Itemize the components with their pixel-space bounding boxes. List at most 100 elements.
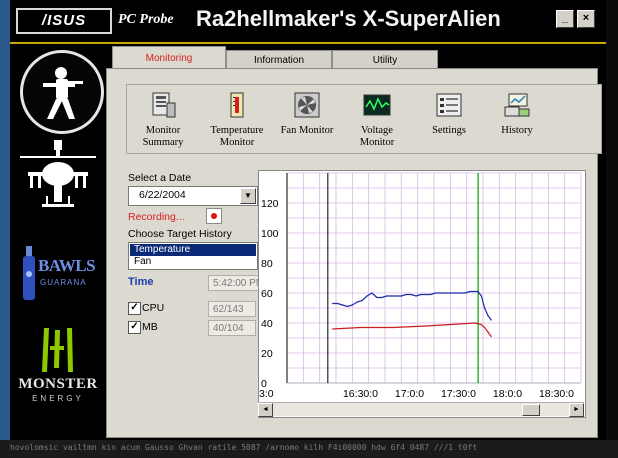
data-point-cpu <box>415 295 417 297</box>
minimize-button[interactable]: _ <box>556 10 574 28</box>
cpu-checkbox[interactable]: ✓ <box>128 302 141 315</box>
logo-strip: BAWLS GUARANA MONSTER ENERGY <box>10 44 106 440</box>
history-chart-box: 0 20 40 60 80 100 120 3:0 16:30:0 17:0:0 17:30:0 18… <box>258 170 586 418</box>
counter-strike-logo <box>20 50 104 134</box>
data-point-mb <box>449 323 451 326</box>
x-tick-label: 3:0 <box>259 388 274 400</box>
chart-horizontal-scrollbar[interactable]: ◄ ► <box>258 402 584 417</box>
desktop-background-left <box>0 0 10 458</box>
temperature-history-chart: 0204060801001203:0 16:30:0 17:0:0 17:30:0 18… <box>259 172 582 400</box>
temperature-monitor-button[interactable]: Temperature Monitor <box>205 91 269 149</box>
data-point-mb <box>332 328 334 330</box>
x-tick-label: 17:30:0 <box>441 388 476 400</box>
cpu-label: CPU <box>142 302 165 314</box>
data-point-cpu <box>395 295 398 297</box>
data-point-cpu <box>341 304 344 306</box>
cpu-value-field: 62/143 <box>208 301 256 317</box>
y-tick-label: 40 <box>261 318 273 330</box>
x-tick-label: 16:30:0 <box>343 388 378 400</box>
select-date-label: Select a Date <box>128 172 192 184</box>
temperature-monitor-label: Temperature Monitor <box>210 125 264 148</box>
mb-checkbox[interactable]: ✓ <box>128 321 141 334</box>
y-tick-label: 60 <box>261 288 273 300</box>
data-point-cpu <box>400 295 402 297</box>
history-button[interactable]: History <box>485 91 549 137</box>
app-name: PC Probe <box>118 12 174 27</box>
y-tick-label: 120 <box>261 198 279 210</box>
data-point-cpu <box>459 292 461 294</box>
data-point-cpu <box>381 296 383 299</box>
time-label: Time <box>128 276 154 288</box>
desktop-background-right <box>606 0 618 458</box>
data-point-cpu <box>410 293 412 296</box>
data-point-mb <box>359 326 362 329</box>
window-title: Ra2hellmaker's X-SuperAlien <box>196 6 501 31</box>
data-point-cpu <box>480 295 482 297</box>
scroll-thumb[interactable] <box>522 404 540 416</box>
data-point-cpu <box>361 299 363 302</box>
asus-logo: /ISUS <box>16 8 112 34</box>
data-point-cpu <box>484 307 486 309</box>
data-point-mb <box>474 322 476 324</box>
mb-label: MB <box>142 321 158 333</box>
data-point-mb <box>480 323 482 326</box>
date-dropdown[interactable]: 6/22/2004 ▼ <box>128 186 258 206</box>
close-button[interactable]: × <box>577 10 595 28</box>
settings-icon <box>436 93 462 117</box>
recording-label: Recording... <box>128 211 185 223</box>
data-point-cpu <box>449 292 451 294</box>
scroll-left-button[interactable]: ◄ <box>258 403 273 417</box>
pc-probe-window: /ISUS PC Probe Ra2hellmaker's X-SuperAli… <box>10 0 606 440</box>
data-point-cpu <box>439 292 442 294</box>
fan-monitor-label: Fan Monitor <box>280 125 334 136</box>
data-point-cpu <box>405 293 407 296</box>
history-icon <box>504 93 530 117</box>
recording-indicator-icon[interactable] <box>206 208 222 224</box>
date-value: 6/22/2004 <box>139 189 186 201</box>
data-point-cpu <box>435 292 437 294</box>
voltage-monitor-button[interactable]: Voltage Monitor <box>345 91 409 149</box>
monitor-summary-button[interactable]: Monitor Summary <box>131 91 195 149</box>
data-point-cpu <box>371 292 373 294</box>
data-point-cpu <box>464 292 466 294</box>
data-point-cpu <box>454 292 456 294</box>
data-point-cpu <box>474 290 476 293</box>
data-point-cpu <box>351 304 353 306</box>
y-tick-label: 80 <box>261 258 273 270</box>
history-label: History <box>501 125 533 136</box>
y-tick-label: 100 <box>261 228 279 240</box>
data-point-cpu <box>490 319 492 321</box>
monster-logo: MONSTER ENERGY <box>16 326 100 410</box>
data-point-mb <box>487 331 489 333</box>
list-item-fan[interactable]: Fan <box>130 256 256 268</box>
data-point-cpu <box>366 295 368 297</box>
data-point-cpu <box>386 295 388 297</box>
data-point-mb <box>490 335 492 338</box>
bawls-subtext: GUARANA <box>40 278 87 287</box>
data-point-cpu <box>346 305 349 308</box>
series-line-cpu <box>332 290 492 321</box>
list-item-temperature[interactable]: Temperature <box>130 244 256 256</box>
scroll-right-button[interactable]: ► <box>569 403 584 417</box>
data-point-mb <box>392 326 394 329</box>
voltage-icon <box>363 94 391 116</box>
title-bar[interactable]: /ISUS PC Probe Ra2hellmaker's X-SuperAli… <box>10 0 606 44</box>
y-tick-label: 20 <box>261 348 273 360</box>
settings-label: Settings <box>432 125 466 136</box>
settings-button[interactable]: Settings <box>417 91 481 137</box>
chevron-down-icon[interactable]: ▼ <box>240 188 256 204</box>
energy-text: ENERGY <box>32 394 84 403</box>
data-point-mb <box>484 326 486 329</box>
x-tick-label: 18:0:0 <box>493 388 522 400</box>
data-point-mb <box>425 325 427 327</box>
data-point-cpu <box>376 296 378 299</box>
mb-value-field: 40/104 <box>208 320 256 336</box>
monitor-summary-label: Monitor Summary <box>142 125 184 148</box>
target-history-list[interactable]: Temperature Fan <box>128 242 258 270</box>
voltage-monitor-label: Voltage Monitor <box>359 125 395 148</box>
data-point-cpu <box>337 302 339 305</box>
monitor-summary-icon <box>152 92 176 118</box>
x-tick-label: 17:0:0 <box>395 388 424 400</box>
fan-monitor-button[interactable]: Fan Monitor <box>275 91 339 137</box>
data-point-cpu <box>425 293 427 296</box>
